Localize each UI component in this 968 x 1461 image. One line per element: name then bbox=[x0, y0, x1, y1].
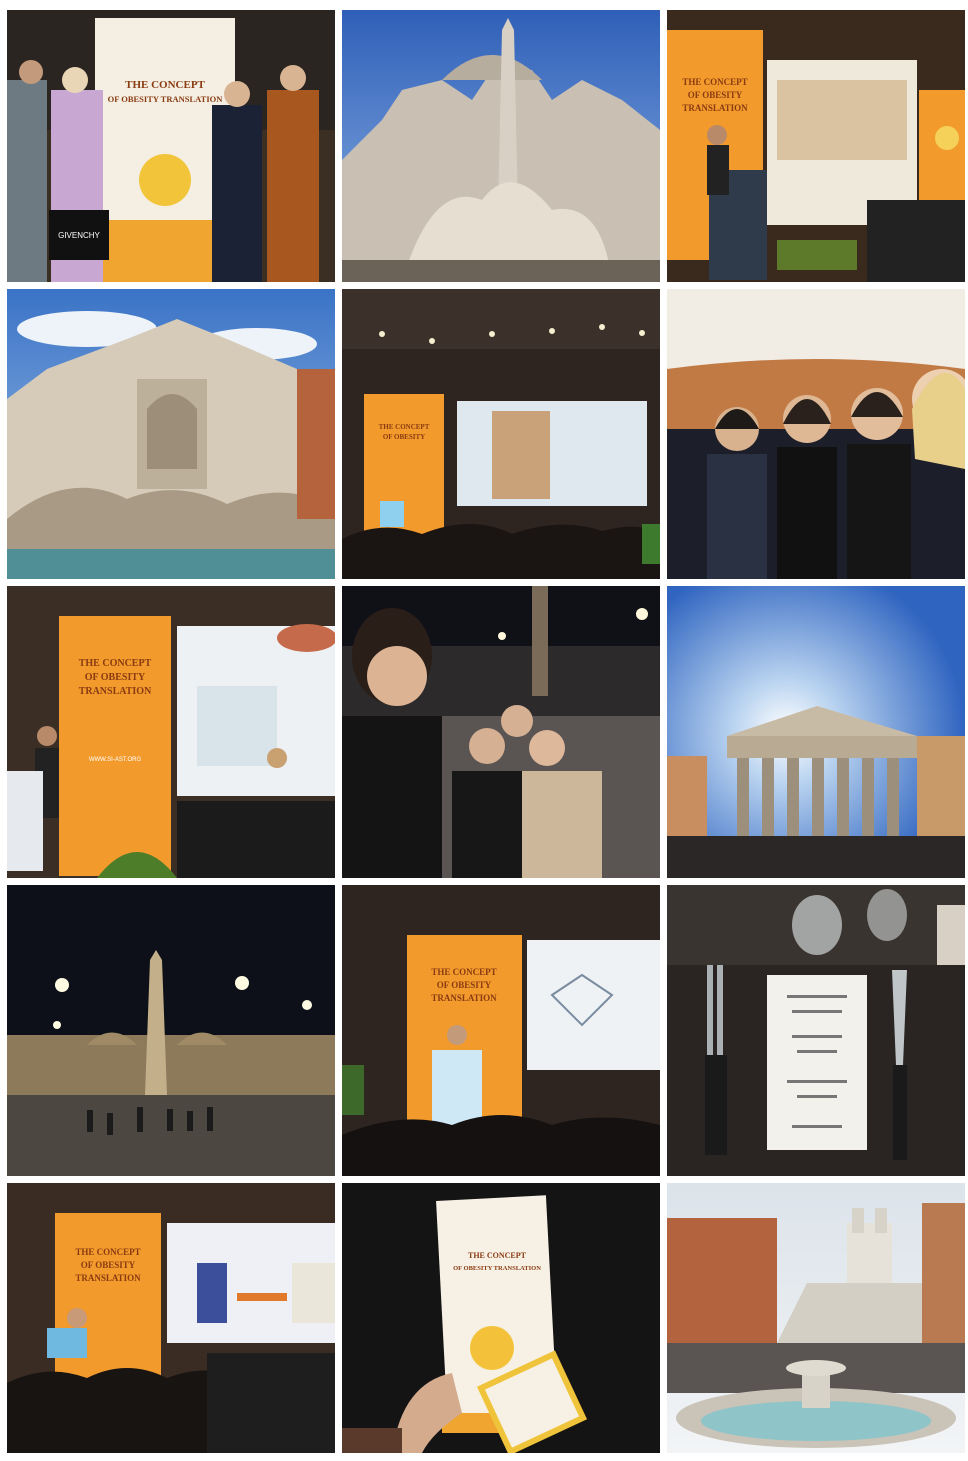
photo-piazza-navona bbox=[342, 10, 660, 282]
hall-banner-line-2: OF OBESITY bbox=[383, 433, 425, 441]
group-selfie-seats-icon bbox=[667, 289, 965, 579]
audience-banner-line-2: OF OBESITY bbox=[81, 1260, 136, 1270]
photo-speaker-diagram: THE CONCEPT OF OBESITY TRANSLATION bbox=[342, 885, 660, 1176]
podium-banner-line-1: THE CONCEPT bbox=[79, 658, 152, 669]
piazza-del-popolo-night-icon bbox=[7, 885, 335, 1176]
fountain-obelisk-church-icon bbox=[342, 10, 660, 282]
conference-hall-screen-icon: THE CONCEPT OF OBESITY bbox=[342, 289, 660, 579]
hand-holding-programme-icon: THE CONCEPT OF OBESITY TRANSLATION bbox=[342, 1183, 660, 1453]
podium-banner-line-3: TRANSLATION bbox=[79, 686, 152, 697]
audience-banner-line-3: TRANSLATION bbox=[75, 1273, 141, 1283]
dinner-table-menu-icon bbox=[667, 885, 965, 1176]
audience-banner-line-1: THE CONCEPT bbox=[75, 1247, 140, 1257]
programme-title-1: THE CONCEPT bbox=[468, 1251, 527, 1260]
spanish-steps-fountain-icon bbox=[667, 1183, 965, 1453]
podium-website: WWW.SI-AST.ORG bbox=[89, 757, 142, 763]
banner-line-3: TRANSLATION bbox=[682, 103, 748, 113]
trevi-fountain-icon bbox=[7, 289, 335, 579]
photo-speaker-podium: THE CONCEPT OF OBESITY TRANSLATION WWW.S… bbox=[7, 586, 335, 878]
photo-piazza-popolo bbox=[7, 885, 335, 1176]
photo-group-with-poster: THE CONCEPT OF OBESITY TRANSLATION GIVEN… bbox=[7, 10, 335, 282]
photo-pantheon bbox=[667, 586, 965, 878]
speaker-podium-slides-icon: THE CONCEPT OF OBESITY TRANSLATION WWW.S… bbox=[7, 586, 335, 878]
diagram-banner-line-2: OF OBESITY bbox=[437, 980, 492, 990]
poster-title-1: THE CONCEPT bbox=[125, 79, 205, 91]
speaker-audience-slides-icon: THE CONCEPT OF OBESITY TRANSLATION bbox=[7, 1183, 335, 1453]
photo-conference-stage: THE CONCEPT OF OBESITY TRANSLATION bbox=[667, 10, 965, 282]
bag-brand: GIVENCHY bbox=[58, 231, 100, 240]
pantheon-icon bbox=[667, 586, 965, 878]
photo-spanish-steps bbox=[667, 1183, 965, 1453]
programme-title-2: OF OBESITY TRANSLATION bbox=[453, 1265, 541, 1272]
night-selfie-piazza-icon bbox=[342, 586, 660, 878]
banner-line-1: THE CONCEPT bbox=[682, 77, 747, 87]
photo-programme-in-hand: THE CONCEPT OF OBESITY TRANSLATION bbox=[342, 1183, 660, 1453]
group-photo-poster-icon: THE CONCEPT OF OBESITY TRANSLATION GIVEN… bbox=[7, 10, 335, 282]
diagram-banner-line-1: THE CONCEPT bbox=[431, 967, 496, 977]
photo-night-selfie bbox=[342, 586, 660, 878]
conference-speaker-diagram-icon: THE CONCEPT OF OBESITY TRANSLATION bbox=[342, 885, 660, 1176]
photo-conference-hall: THE CONCEPT OF OBESITY bbox=[342, 289, 660, 579]
hall-banner-line-1: THE CONCEPT bbox=[379, 423, 430, 431]
photo-speaker-audience: THE CONCEPT OF OBESITY TRANSLATION bbox=[7, 1183, 335, 1453]
conference-stage-banner-icon: THE CONCEPT OF OBESITY TRANSLATION bbox=[667, 10, 965, 282]
diagram-banner-line-3: TRANSLATION bbox=[431, 993, 497, 1003]
banner-line-2: OF OBESITY bbox=[688, 90, 743, 100]
photo-trevi-fountain bbox=[7, 289, 335, 579]
poster-title-2: OF OBESITY TRANSLATION bbox=[108, 94, 224, 104]
podium-banner-line-2: OF OBESITY bbox=[85, 672, 146, 683]
photo-dinner-table bbox=[667, 885, 965, 1176]
photo-collage: THE CONCEPT OF OBESITY TRANSLATION GIVEN… bbox=[7, 10, 965, 1455]
photo-group-selfie bbox=[667, 289, 965, 579]
